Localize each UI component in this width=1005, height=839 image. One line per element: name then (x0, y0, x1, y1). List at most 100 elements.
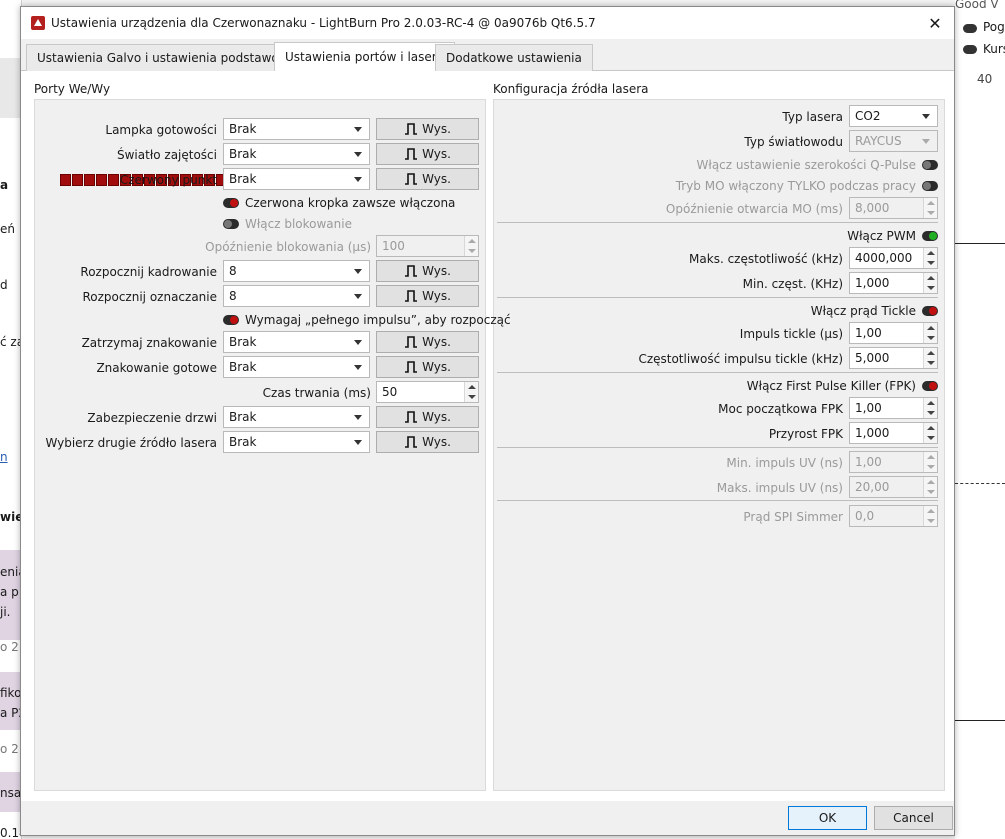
spin-up-icon[interactable] (927, 455, 935, 459)
fpk-power-input[interactable]: 1,00 (849, 397, 938, 419)
fpk-label: Włącz First Pulse Killer (FPK) (746, 379, 916, 393)
tab-ports-laser[interactable]: Ustawienia portów i lasera (274, 42, 456, 72)
uv-min-input[interactable]: 1,00 (849, 451, 938, 473)
laser-type-label: Typ lasera (782, 110, 843, 124)
spin-up-icon[interactable] (927, 351, 935, 355)
bg-left-label: a p (0, 585, 19, 599)
mo-delay-input[interactable]: 8,000 (849, 197, 938, 219)
require-full-pulse-label: Wymagaj „pełnego impulsu”, aby rozpocząć (245, 313, 511, 327)
chevron-down-icon (354, 440, 362, 445)
spin-down-icon[interactable] (468, 249, 476, 253)
ok-button[interactable]: OK (788, 806, 867, 830)
busy-light-select[interactable]: Brak (223, 143, 370, 165)
tickle-freq-input[interactable]: 5,000 (849, 347, 938, 369)
ready-lamp-select[interactable]: Brak (223, 118, 370, 140)
red-dot-always-toggle[interactable] (223, 198, 239, 208)
fpk-ramp-input[interactable]: 1,000 (849, 422, 938, 444)
chevron-down-icon (354, 127, 362, 132)
spin-down-icon[interactable] (468, 395, 476, 399)
mo-only-toggle[interactable] (922, 181, 938, 191)
fiber-type-select[interactable]: RAYCUS (849, 130, 938, 152)
busy-light-output-button[interactable]: Wys. (376, 143, 479, 165)
cancel-button[interactable]: Cancel (874, 806, 953, 830)
chevron-down-icon (922, 114, 930, 119)
spin-down-icon[interactable] (927, 286, 935, 290)
max-freq-input[interactable]: 4000,000 (849, 247, 938, 269)
fpk-toggle[interactable] (922, 381, 938, 391)
qpulse-width-toggle[interactable] (922, 160, 938, 170)
spin-up-icon[interactable] (927, 426, 935, 430)
uv-max-input[interactable]: 20,00 (849, 476, 938, 498)
spin-up-icon[interactable] (927, 251, 935, 255)
spin-up-icon[interactable] (927, 276, 935, 280)
tab-galvo-basic[interactable]: Ustawienia Galvo i ustawienia podstawowe (26, 44, 307, 71)
door-safety-output-button[interactable]: Wys. (376, 406, 479, 428)
bg-left-label: ji. (0, 605, 11, 619)
start-marking-label: Rozpocznij oznaczanie (82, 290, 217, 304)
title-bar[interactable]: Ustawienia urządzenia dla Czerwonaznaku … (21, 7, 954, 39)
spin-down-icon[interactable] (927, 465, 935, 469)
min-freq-input[interactable]: 1,000 (849, 272, 938, 294)
require-full-pulse-toggle[interactable] (223, 315, 239, 325)
red-dot-label: Czerwony punkt (119, 173, 217, 187)
separator (497, 372, 938, 373)
tickle-pulse-input[interactable]: 1,00 (849, 322, 938, 344)
spin-up-icon[interactable] (927, 480, 935, 484)
duration-input[interactable]: 50 (376, 381, 479, 403)
fpk-ramp-label: Przyrost FPK (768, 427, 843, 441)
red-dot-output-button[interactable]: Wys. (376, 168, 479, 190)
door-safety-select[interactable]: Brak (223, 406, 370, 428)
ready-lamp-output-button[interactable]: Wys. (376, 118, 479, 140)
stop-marking-output-button[interactable]: Wys. (376, 331, 479, 353)
busy-light-label: Światło zajętości (117, 148, 217, 162)
bg-left-label: o 21 (0, 640, 22, 654)
spin-down-icon[interactable] (927, 436, 935, 440)
start-framing-select[interactable]: 8 (223, 260, 370, 282)
spin-down-icon[interactable] (927, 361, 935, 365)
spin-up-icon[interactable] (927, 401, 935, 405)
spin-down-icon[interactable] (927, 261, 935, 265)
ready-lamp-label: Lampka gotowości (105, 123, 217, 137)
spin-down-icon[interactable] (927, 519, 935, 523)
tab-additional[interactable]: Dodatkowe ustawienia (435, 44, 593, 71)
lock-delay-input[interactable]: 100 (376, 235, 479, 257)
second-source-select[interactable]: Brak (223, 431, 370, 453)
stop-marking-label: Zatrzymaj znakowanie (81, 336, 217, 350)
pwm-label: Włącz PWM (847, 229, 916, 243)
close-button[interactable]: ✕ (916, 7, 954, 39)
bg-left-label: enia (0, 565, 22, 579)
red-dot-select[interactable]: Brak (223, 168, 370, 190)
bg-left-link[interactable]: n (0, 450, 22, 464)
spin-down-icon[interactable] (927, 411, 935, 415)
pwm-toggle[interactable] (922, 231, 938, 241)
spin-up-icon[interactable] (468, 385, 476, 389)
enable-lock-label: Włącz blokowanie (245, 217, 352, 231)
start-marking-output-button[interactable]: Wys. (376, 285, 479, 307)
fiber-type-label: Typ światłowodu (744, 135, 843, 149)
pulse-icon (405, 290, 418, 302)
marking-done-output-button[interactable]: Wys. (376, 356, 479, 378)
spin-down-icon[interactable] (927, 211, 935, 215)
spin-up-icon[interactable] (468, 239, 476, 243)
uv-max-label: Maks. impuls UV (ns) (716, 481, 843, 495)
spi-input[interactable]: 0,0 (849, 505, 938, 527)
marking-done-select[interactable]: Brak (223, 356, 370, 378)
tickle-toggle[interactable] (922, 306, 938, 316)
spin-down-icon[interactable] (927, 490, 935, 494)
qpulse-width-label: Włącz ustawienie szerokości Q-Pulse (696, 158, 916, 172)
bg-guide-line (955, 243, 1005, 244)
enable-lock-toggle[interactable] (223, 219, 239, 229)
pulse-icon (405, 265, 418, 277)
io-led-indicator (60, 174, 71, 186)
laser-type-select[interactable]: CO2 (849, 105, 938, 127)
toggle-icon[interactable] (963, 45, 977, 54)
stop-marking-select[interactable]: Brak (223, 331, 370, 353)
spin-up-icon[interactable] (927, 326, 935, 330)
start-marking-select[interactable]: 8 (223, 285, 370, 307)
toggle-icon[interactable] (963, 24, 977, 33)
second-source-output-button[interactable]: Wys. (376, 431, 479, 453)
spin-down-icon[interactable] (927, 336, 935, 340)
spin-up-icon[interactable] (927, 201, 935, 205)
start-framing-output-button[interactable]: Wys. (376, 260, 479, 282)
spin-up-icon[interactable] (927, 509, 935, 513)
